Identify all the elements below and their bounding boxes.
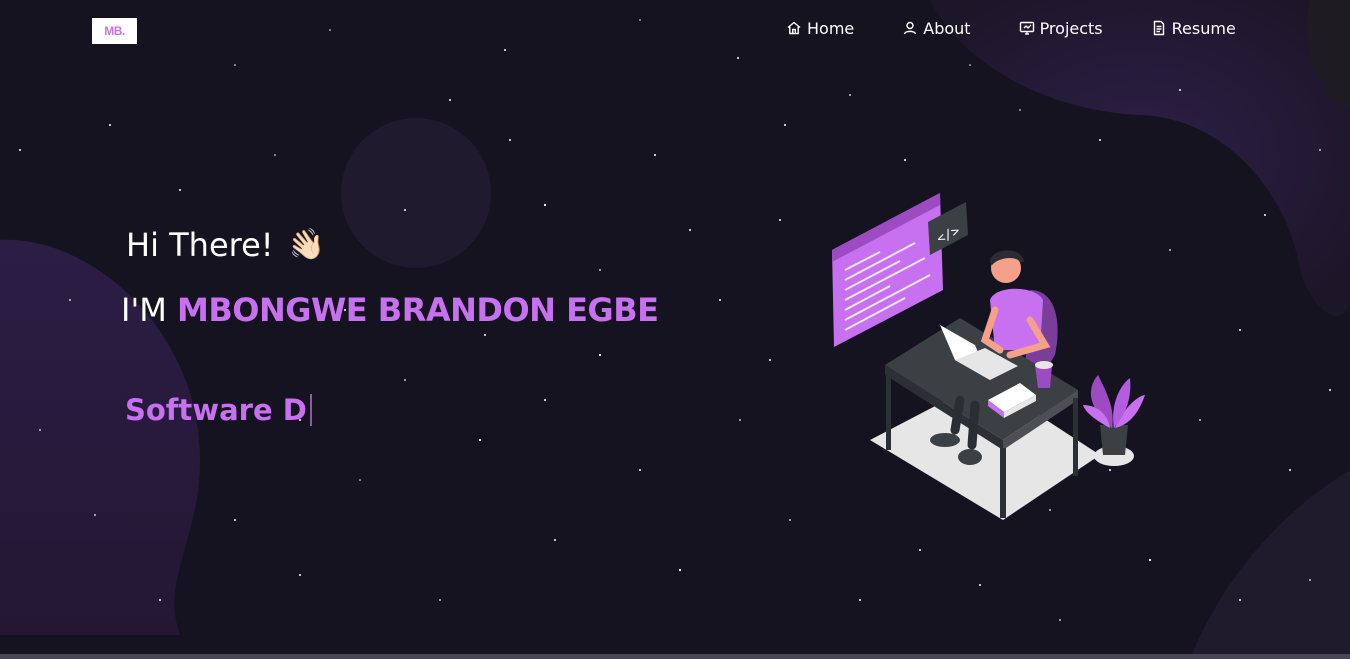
typewriter-role: Software D	[125, 393, 312, 427]
hero-greeting: Hi There! 👋🏻	[126, 224, 328, 266]
name-prefix: I'M	[121, 291, 167, 329]
user-icon	[904, 21, 917, 35]
logo-text: MB.	[104, 24, 125, 38]
cup-graphic	[1035, 361, 1053, 388]
bg-blob-small	[341, 118, 491, 268]
nav-label-resume: Resume	[1171, 18, 1236, 38]
main-navigation: Home About Projects Resume	[786, 17, 1236, 39]
hero-name: I'M MBONGWE BRANDON EGBE	[121, 291, 659, 329]
developer-illustration: </>	[832, 193, 1145, 520]
nav-item-projects[interactable]: Projects	[1019, 17, 1103, 39]
greeting-text: Hi There!	[126, 226, 274, 264]
typewriter-cursor	[309, 394, 312, 426]
site-logo[interactable]: MB.	[92, 18, 137, 44]
document-icon	[1153, 20, 1164, 36]
nav-label-home: Home	[807, 18, 855, 38]
bg-blob-bottom-right	[1190, 470, 1350, 659]
nav-item-home[interactable]: Home	[786, 17, 854, 39]
nav-item-about[interactable]: About	[902, 17, 971, 39]
wave-hand-icon: 👋🏻	[284, 224, 328, 266]
nav-item-resume[interactable]: Resume	[1151, 17, 1236, 39]
full-name: MBONGWE BRANDON EGBE	[177, 291, 659, 329]
nav-label-about: About	[923, 18, 971, 38]
nav-label-projects: Projects	[1039, 18, 1103, 38]
bottom-scrollbar-strip	[0, 654, 1350, 659]
code-screen-graphic	[832, 193, 943, 347]
projects-icon	[1019, 21, 1034, 35]
home-icon	[787, 21, 801, 35]
typewriter-text: Software D	[125, 393, 307, 427]
